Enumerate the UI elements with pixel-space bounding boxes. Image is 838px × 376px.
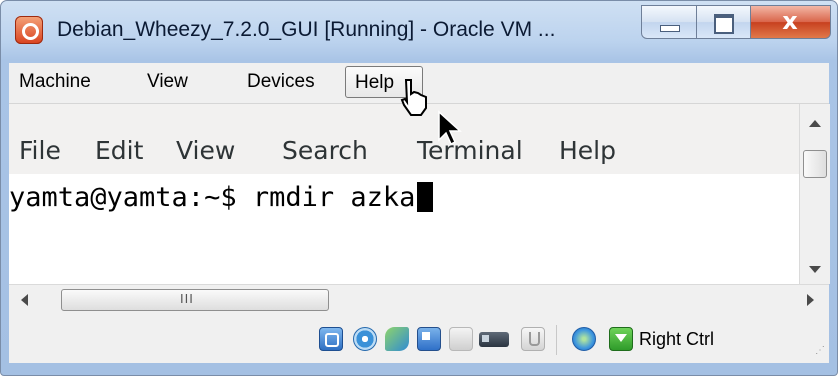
- shared-folders-icon[interactable]: [449, 327, 473, 351]
- hard-disk-icon[interactable]: [319, 327, 343, 351]
- horizontal-scroll-thumb[interactable]: III: [61, 289, 329, 311]
- video-capture-icon[interactable]: [521, 327, 545, 351]
- usb-icon[interactable]: [385, 327, 409, 351]
- menu-help-label: Help: [355, 72, 395, 93]
- minimize-button[interactable]: [641, 5, 697, 39]
- guest-additions-icon[interactable]: [572, 327, 596, 351]
- scroll-grip: III: [180, 291, 194, 306]
- vertical-scrollbar[interactable]: [799, 104, 830, 284]
- terminal-menu-help[interactable]: Help: [559, 136, 616, 165]
- terminal-menu-terminal[interactable]: Terminal: [417, 136, 523, 165]
- optical-drive-icon[interactable]: [353, 327, 377, 351]
- mouse-integration-icon[interactable]: [609, 327, 633, 351]
- display-icon[interactable]: [479, 332, 509, 347]
- close-button[interactable]: x: [751, 5, 831, 39]
- terminal-menu-edit[interactable]: Edit: [95, 136, 143, 165]
- scroll-right-icon[interactable]: [807, 294, 814, 306]
- text-cursor: [417, 182, 434, 212]
- menu-machine[interactable]: Machine: [19, 71, 91, 93]
- virtualbox-app-icon[interactable]: [15, 16, 43, 44]
- maximize-button[interactable]: [697, 5, 751, 39]
- status-separator: [556, 325, 557, 355]
- close-icon: x: [782, 7, 798, 35]
- virtualbox-window: Debian_Wheezy_7.2.0_GUI [Running] - Orac…: [0, 0, 838, 376]
- vertical-scroll-thumb[interactable]: [803, 150, 827, 178]
- arrow-pointer-icon: [438, 110, 462, 146]
- maximize-icon: [714, 14, 734, 34]
- title-bar[interactable]: Debian_Wheezy_7.2.0_GUI [Running] - Orac…: [1, 1, 837, 59]
- terminal-line[interactable]: yamta@yamta:~$ rmdir azka: [9, 182, 434, 216]
- terminal-menu-search[interactable]: Search: [282, 136, 368, 165]
- status-bar: Right Ctrl ⋰: [9, 315, 829, 363]
- minimize-icon: [660, 25, 680, 32]
- menu-devices[interactable]: Devices: [247, 71, 315, 93]
- typed-command: rmdir azka: [252, 182, 416, 213]
- terminal-menu-view[interactable]: View: [176, 136, 235, 165]
- guest-screen[interactable]: File Edit View Search Terminal Help yamt…: [9, 104, 830, 284]
- terminal-menu-file[interactable]: File: [19, 136, 61, 165]
- scroll-down-icon[interactable]: [809, 266, 821, 273]
- window-title: Debian_Wheezy_7.2.0_GUI [Running] - Orac…: [57, 18, 556, 41]
- scroll-up-icon[interactable]: [809, 120, 821, 127]
- host-key-label[interactable]: Right Ctrl: [639, 329, 714, 350]
- network-icon[interactable]: [417, 327, 441, 351]
- horizontal-scrollbar[interactable]: III: [9, 284, 829, 315]
- menu-view[interactable]: View: [147, 71, 188, 93]
- scroll-left-icon[interactable]: [21, 294, 28, 306]
- shell-prompt: yamta@yamta:~$: [9, 182, 253, 213]
- resize-grip-icon[interactable]: ⋰: [815, 345, 825, 356]
- hand-pointer-icon: [400, 79, 427, 116]
